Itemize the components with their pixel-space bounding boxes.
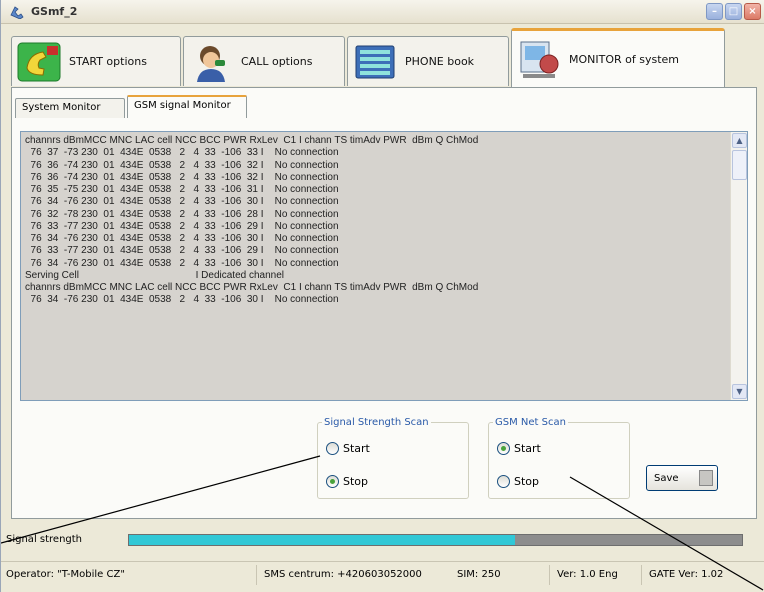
tab-call-options[interactable]: CALL options (183, 36, 345, 86)
radio-label: Start (514, 442, 541, 455)
scroll-up-icon[interactable]: ▲ (732, 133, 747, 148)
gsm-net-scan-group: GSM Net Scan Start Stop (488, 417, 630, 499)
tab-phone-book[interactable]: PHONE book (347, 36, 509, 86)
gsm-monitor-log[interactable]: channrs dBmMCC MNC LAC cell NCC BCC PWR … (20, 131, 748, 401)
status-gate-version: GATE Ver: 1.02 (649, 569, 724, 580)
title-bar[interactable]: GSmf_2 – □ × (1, 0, 764, 24)
close-button[interactable]: × (744, 3, 761, 20)
log-line: channrs dBmMCC MNC LAC cell NCC BCC PWR … (25, 135, 479, 146)
tab-label: START options (69, 55, 147, 68)
radio-icon[interactable] (326, 442, 339, 455)
signal-strength-row: Signal strength (1, 529, 764, 551)
maximize-button[interactable]: □ (725, 3, 742, 20)
gsm-scan-start-radio[interactable]: Start (497, 442, 541, 455)
minimize-button[interactable]: – (706, 3, 723, 20)
log-lines: channrs dBmMCC MNC LAC cell NCC BCC PWR … (25, 135, 725, 307)
status-sms-centrum: SMS centrum: +420603052000 (264, 569, 422, 580)
main-tabs: START options CALL options PHONE book MO… (11, 28, 757, 88)
save-button[interactable]: Save (646, 465, 718, 491)
radio-icon[interactable] (497, 475, 510, 488)
radio-label: Start (343, 442, 370, 455)
group-title: GSM Net Scan (495, 417, 566, 428)
log-line: 76 34 -76 230 01 434E 0538 2 4 33 -106 3… (25, 233, 339, 244)
log-line: 76 35 -75 230 01 434E 0538 2 4 33 -106 3… (25, 184, 339, 195)
status-version: Ver: 1.0 Eng (557, 569, 618, 580)
radio-icon[interactable] (326, 475, 339, 488)
vertical-scrollbar[interactable]: ▲ ▼ (730, 132, 747, 400)
tab-monitor-of-system[interactable]: MONITOR of system (511, 28, 725, 88)
status-divider (256, 565, 257, 585)
tab-label: MONITOR of system (569, 53, 680, 66)
log-line: channrs dBmMCC MNC LAC cell NCC BCC PWR … (25, 282, 479, 293)
phone-app-icon (10, 6, 24, 19)
signal-strength-scan-group: Signal Strength Scan Start Stop (317, 417, 469, 499)
log-line: 76 34 -76 230 01 434E 0538 2 4 33 -106 3… (25, 196, 339, 208)
radio-label: Stop (514, 475, 540, 488)
window-controls: – □ × (706, 3, 761, 20)
signal-scan-stop-radio[interactable]: Stop (326, 475, 368, 488)
tab-system-monitor[interactable]: System Monitor (15, 98, 125, 118)
monitor-system-icon (520, 41, 559, 78)
signal-scan-start-radio[interactable]: Start (326, 442, 370, 455)
save-label: Save (654, 472, 679, 484)
status-divider (549, 565, 550, 585)
log-line: 76 33 -77 230 01 434E 0538 2 4 33 -106 2… (25, 220, 339, 232)
window-title: GSmf_2 (31, 5, 78, 18)
save-knob-icon (699, 470, 713, 486)
log-line: Serving Cell I Dedicated channel (25, 269, 284, 281)
radio-icon[interactable] (497, 442, 510, 455)
status-operator: Operator: "T-Mobile CZ" (6, 569, 125, 580)
tab-label: PHONE book (405, 55, 475, 68)
group-title: Signal Strength Scan (324, 417, 429, 428)
tab-label: CALL options (241, 55, 313, 68)
scroll-down-icon[interactable]: ▼ (732, 384, 747, 399)
status-bar: Operator: "T-Mobile CZ" SMS centrum: +42… (1, 561, 764, 589)
log-line: 76 34 -76 230 01 434E 0538 2 4 33 -106 3… (25, 294, 339, 306)
radio-label: Stop (343, 475, 369, 488)
status-divider (641, 565, 642, 585)
scroll-thumb[interactable] (732, 150, 747, 180)
log-line: 76 32 -78 230 01 434E 0538 2 4 33 -106 2… (25, 208, 339, 220)
gsm-scan-stop-radio[interactable]: Stop (497, 475, 539, 488)
log-line: 76 36 -74 230 01 434E 0538 2 4 33 -106 3… (25, 171, 339, 183)
signal-strength-bar (128, 534, 743, 546)
signal-strength-label: Signal strength (6, 534, 83, 545)
log-line: 76 36 -74 230 01 434E 0538 2 4 33 -106 3… (25, 159, 339, 171)
person-on-phone-icon (197, 45, 225, 82)
log-line: 76 34 -76 230 01 434E 0538 2 4 33 -106 3… (25, 257, 339, 269)
app-window: GSmf_2 – □ × START options CALL options (0, 0, 764, 592)
signal-strength-fill (129, 535, 516, 545)
green-phone-icon (17, 42, 61, 81)
tab-gsm-signal-monitor[interactable]: GSM signal Monitor (127, 95, 247, 118)
log-line: 76 33 -77 230 01 434E 0538 2 4 33 -106 2… (25, 245, 339, 257)
status-sim: SIM: 250 (457, 569, 501, 580)
log-line: 76 37 -73 230 01 434E 0538 2 4 33 -106 3… (25, 147, 339, 159)
phone-book-icon (355, 45, 395, 78)
tab-start-options[interactable]: START options (11, 36, 181, 86)
